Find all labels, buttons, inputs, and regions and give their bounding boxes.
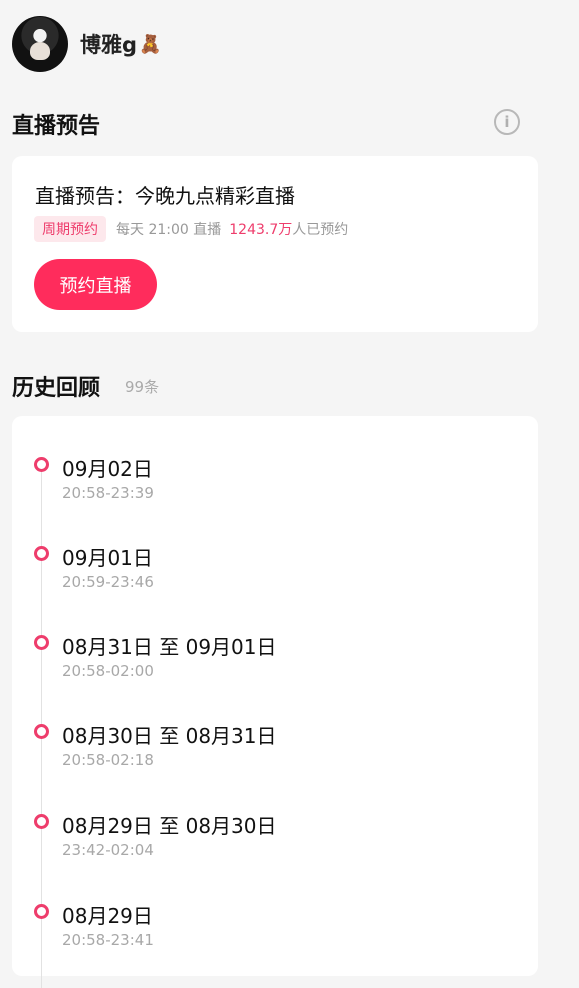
history-count: 99条: [125, 378, 160, 396]
history-item-time: 23:42-02:04: [62, 841, 154, 859]
timeline-dot-icon: [34, 904, 49, 919]
history-item-date: 08月30日 至 08月31日: [62, 724, 277, 748]
history-item-time: 20:59-23:46: [62, 573, 154, 591]
history-item-date: 08月31日 至 09月01日: [62, 635, 277, 659]
history-item-time: 20:58-02:00: [62, 662, 154, 680]
username[interactable]: 博雅g: [80, 29, 137, 59]
history-item-date: 08月29日: [62, 904, 153, 928]
history-item-time: 20:58-23:39: [62, 484, 154, 502]
history-section-title: 历史回顾: [12, 376, 101, 401]
recurring-tag: 周期预约: [34, 216, 106, 242]
reservation-count: 1243.7万: [229, 222, 293, 238]
preview-title: 直播预告：今晚九点精彩直播: [35, 184, 295, 208]
teddy-bear-emoji: 🧸: [139, 33, 162, 55]
timeline-dot-icon: [34, 724, 49, 739]
live-preview-card: 直播预告：今晚九点精彩直播 周期预约 每天 21:00 直播 1243.7万 人…: [12, 156, 538, 332]
schedule-text: 每天 21:00 直播: [116, 222, 222, 238]
profile-header: 博雅g 🧸: [12, 16, 161, 72]
timeline-dot-icon: [34, 814, 49, 829]
history-item-date: 09月01日: [62, 546, 153, 570]
preview-section-title: 直播预告: [12, 114, 101, 139]
timeline-dot-icon: [34, 635, 49, 650]
history-item-date: 09月02日: [62, 457, 153, 481]
avatar[interactable]: [12, 16, 68, 72]
info-icon[interactable]: i: [494, 109, 520, 135]
reservation-suffix: 人已预约: [292, 222, 349, 238]
history-item-date: 08月29日 至 08月30日: [62, 814, 277, 838]
timeline-dot-icon: [34, 546, 49, 561]
preview-meta: 周期预约 每天 21:00 直播 1243.7万 人已预约: [34, 216, 348, 242]
reserve-live-button[interactable]: 预约直播: [34, 259, 157, 310]
history-card: 09月02日 20:58-23:39 09月01日 20:59-23:46 08…: [12, 416, 538, 988]
history-item-time: 20:58-02:18: [62, 751, 154, 769]
history-item-time: 20:58-23:41: [62, 931, 154, 949]
timeline-dot-icon: [34, 457, 49, 472]
